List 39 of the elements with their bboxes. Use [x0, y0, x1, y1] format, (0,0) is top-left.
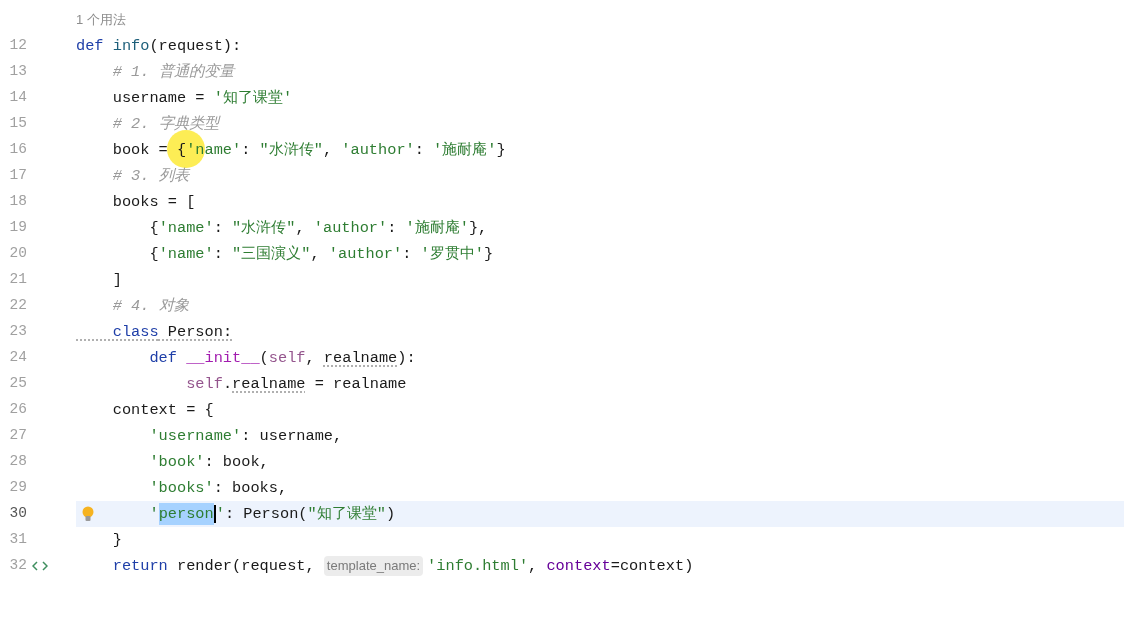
line-number: 19	[8, 218, 27, 238]
line-number: 15	[8, 114, 27, 134]
code-icon[interactable]	[32, 561, 48, 571]
line-number: 12	[8, 36, 27, 56]
line-number: 28	[8, 452, 27, 472]
line-number: 26	[8, 400, 27, 420]
code-line[interactable]: self.realname = realname	[76, 371, 1124, 397]
code-line[interactable]: context = {	[76, 397, 1124, 423]
line-number: 32	[8, 556, 27, 576]
code-line[interactable]: {'name': "三国演义", 'author': '罗贯中'}	[76, 241, 1124, 267]
lightbulb-icon[interactable]	[82, 506, 94, 522]
line-number: 29	[8, 478, 27, 498]
line-number: 30	[8, 504, 27, 524]
code-line[interactable]: return render(request, template_name: 'info.html', context=context)	[76, 553, 1124, 579]
code-line[interactable]: books = [	[76, 189, 1124, 215]
code-line[interactable]: class Person:	[76, 319, 1124, 345]
line-number: 25	[8, 374, 27, 394]
code-line[interactable]: def info(request):	[76, 33, 1124, 59]
line-number: 21	[8, 270, 27, 290]
code-line[interactable]: 'book': book,	[76, 449, 1124, 475]
code-line[interactable]: {'name': "水浒传", 'author': '施耐庵'},	[76, 215, 1124, 241]
line-number: 22	[8, 296, 27, 316]
code-line[interactable]: 'username': username,	[76, 423, 1124, 449]
line-number: 14	[8, 88, 27, 108]
line-number: 18	[8, 192, 27, 212]
line-number: 13	[8, 62, 27, 82]
line-number: 20	[8, 244, 27, 264]
usage-hint[interactable]: 1 个用法	[76, 9, 126, 30]
line-number: 31	[8, 530, 27, 550]
line-number: 23	[8, 322, 27, 342]
line-number: 17	[8, 166, 27, 186]
line-number: 16	[8, 140, 27, 160]
line-number: 27	[8, 426, 27, 446]
code-line[interactable]: 'books': books,	[76, 475, 1124, 501]
code-line[interactable]: ]	[76, 267, 1124, 293]
code-line[interactable]: }	[76, 527, 1124, 553]
code-line[interactable]: username = '知了课堂'	[76, 85, 1124, 111]
line-number: 24	[8, 348, 27, 368]
code-line[interactable]: def __init__(self, realname):	[76, 345, 1124, 371]
